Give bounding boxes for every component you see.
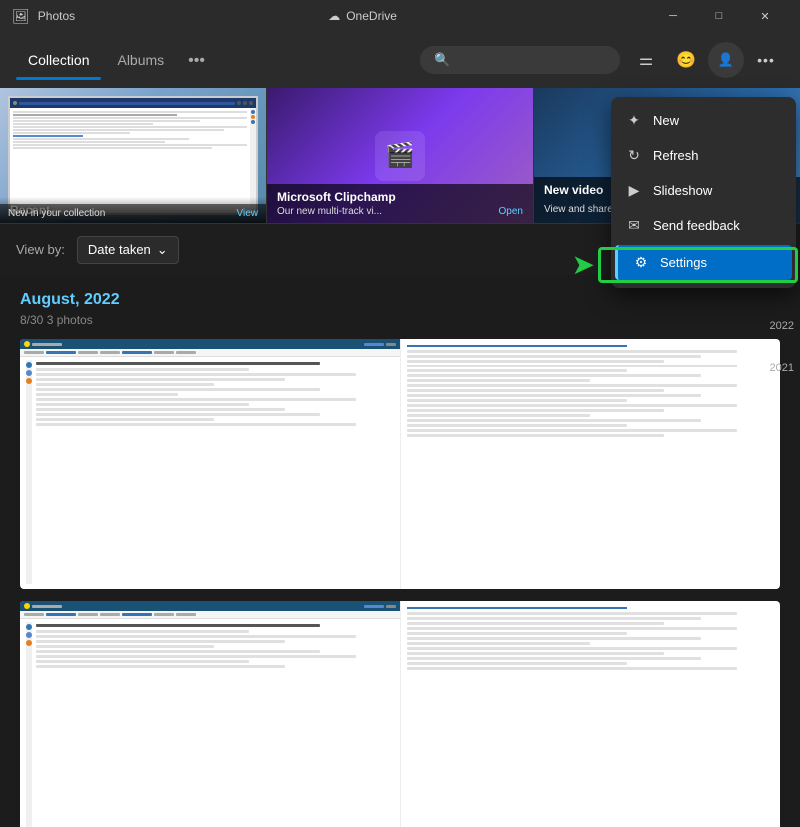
dropdown-item-refresh[interactable]: ↻ Refresh [611,138,796,173]
view-by-label: View by: [16,242,65,257]
feedback-icon: ✉ [625,217,643,234]
account-icon: 👤 [718,52,734,68]
window-controls: ─ □ ✕ [650,0,788,32]
tile-recent[interactable]: Recent New in your collection View [0,88,267,223]
doc-preview-2 [20,601,400,827]
tile-clipchamp-title: Microsoft Clipchamp [277,190,523,204]
refresh-icon: ↻ [625,147,643,164]
app-title: Photos [38,9,75,23]
navigation-bar: Collection Albums ••• 🔍 ⚌ 😊 👤 ••• [0,32,800,88]
maximize-button[interactable]: □ [696,0,742,32]
dropdown-menu: ✦ New ↻ Refresh ▶ Slideshow ✉ Send feedb… [611,97,796,288]
content-area[interactable]: August, 2022 8/30 3 photos [0,275,800,827]
tile-clipchamp[interactable]: 🎬 Microsoft Clipchamp Our new multi-trac… [267,88,534,223]
nav-actions: ⚌ 😊 👤 ••• [628,42,784,78]
search-icon: 🔍 [434,52,450,68]
photo-card-1[interactable] [20,339,780,589]
more-options-button[interactable]: ••• [748,42,784,78]
dropdown-item-feedback[interactable]: ✉ Send feedback [611,208,796,243]
tile-recent-action[interactable]: View [237,208,259,219]
year-2022: 2022 [770,320,794,332]
tab-collection[interactable]: Collection [16,44,101,76]
onedrive-icon: ☁ [328,9,340,23]
filter-icon: ⚌ [639,50,653,70]
tile-recent-subtitle: New in your collection [8,208,105,219]
tab-albums[interactable]: Albums [105,44,176,76]
minimize-button[interactable]: ─ [650,0,696,32]
photo-card-2[interactable] [20,601,780,827]
date-heading: August, 2022 [20,291,780,309]
doc-right-panel-2 [400,601,781,827]
tile-clipchamp-action[interactable]: Open [499,206,523,217]
dropdown-item-settings[interactable]: ⚙ Settings [615,245,792,280]
year-nav: 2022 2021 [770,320,794,374]
nav-more-button[interactable]: ••• [180,46,213,76]
dropdown-label-new: New [653,113,679,128]
onedrive-indicator: ☁ OneDrive [328,9,397,23]
date-subheading: 8/30 3 photos [20,313,780,327]
year-2021: 2021 [770,362,794,374]
dropdown-label-settings: Settings [660,255,707,270]
dropdown-label-slideshow: Slideshow [653,183,712,198]
title-bar: 🖼 Photos ☁ OneDrive ─ □ ✕ [0,0,800,32]
search-box: 🔍 [420,46,620,74]
close-button[interactable]: ✕ [742,0,788,32]
app-title-area: 🖼 Photos [12,8,75,25]
filter-button[interactable]: ⚌ [628,42,664,78]
dropdown-item-slideshow[interactable]: ▶ Slideshow [611,173,796,208]
dropdown-label-feedback: Send feedback [653,218,740,233]
tile-clipchamp-subtitle: Our new multi-track vi... [277,206,382,217]
slideshow-icon: ▶ [625,182,643,199]
people-button[interactable]: 😊 [668,42,704,78]
dropdown-label-refresh: Refresh [653,148,699,163]
nav-tabs: Collection Albums ••• [16,44,412,76]
new-icon: ✦ [625,112,643,129]
dropdown-item-new[interactable]: ✦ New [611,103,796,138]
app-icon: 🖼 [12,8,30,25]
view-by-select[interactable]: Date taken ⌄ [77,236,179,264]
account-button[interactable]: 👤 [708,42,744,78]
doc-preview-1 [20,339,400,589]
settings-icon: ⚙ [632,254,650,271]
view-by-value: Date taken [88,242,151,257]
doc-right-panel-1 [400,339,781,589]
tile-new-video-subtitle: View and share y [544,204,621,215]
more-icon: ••• [757,52,775,68]
onedrive-label: OneDrive [346,9,397,23]
search-input[interactable] [458,53,634,68]
people-icon: 😊 [676,50,696,70]
chevron-down-icon: ⌄ [157,242,168,258]
